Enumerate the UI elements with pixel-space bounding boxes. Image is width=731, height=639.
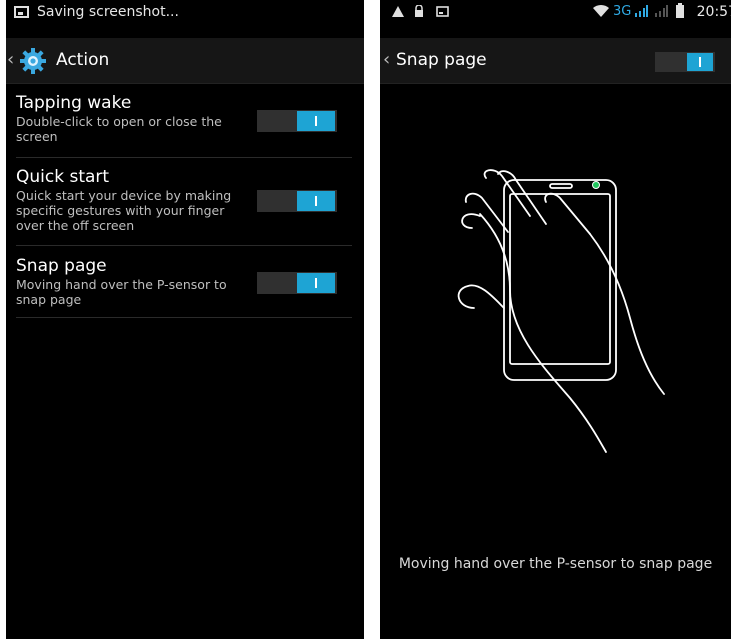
toggle-knob bbox=[297, 111, 335, 131]
quick-start-toggle[interactable] bbox=[257, 190, 337, 212]
setting-description: Moving hand over the P-sensor to snap pa… bbox=[16, 277, 227, 307]
hand-over-phone-illustration bbox=[457, 169, 665, 453]
toggle-knob bbox=[297, 191, 335, 211]
action-settings-screen: Saving screenshot... ‹ Action Tapping wa… bbox=[6, 0, 364, 639]
status-text: Saving screenshot... bbox=[37, 4, 179, 20]
divider bbox=[16, 157, 352, 158]
warning-icon bbox=[392, 6, 404, 17]
back-chevron-icon[interactable]: ‹ bbox=[383, 51, 390, 69]
setting-description: Double-click to open or close the screen bbox=[16, 114, 222, 144]
toggle-knob bbox=[687, 53, 713, 71]
clock: 20:57 bbox=[696, 4, 731, 20]
signal-2-icon bbox=[655, 5, 668, 17]
screenshot-icon bbox=[14, 6, 29, 18]
action-bar: ‹ Action bbox=[6, 38, 364, 84]
screenshot-icon bbox=[436, 6, 449, 17]
setting-title: Quick start bbox=[16, 167, 110, 187]
back-chevron-icon[interactable]: ‹ bbox=[7, 51, 14, 69]
status-bar: 3G 20:57 bbox=[380, 0, 731, 24]
setting-description: Quick start your device by making specif… bbox=[16, 188, 232, 233]
lock-icon bbox=[415, 5, 423, 17]
divider bbox=[16, 317, 352, 318]
divider bbox=[16, 245, 352, 246]
snap-page-toggle[interactable] bbox=[257, 272, 337, 294]
page-title: Snap page bbox=[396, 50, 487, 70]
network-type: 3G bbox=[613, 4, 632, 19]
signal-icon bbox=[635, 5, 648, 17]
battery-icon bbox=[676, 3, 684, 18]
toggle-knob bbox=[297, 273, 335, 293]
wifi-icon bbox=[593, 4, 609, 17]
snap-page-master-toggle[interactable] bbox=[655, 52, 715, 72]
gear-icon[interactable] bbox=[18, 46, 48, 76]
status-bar: Saving screenshot... bbox=[6, 0, 364, 24]
tapping-wake-toggle[interactable] bbox=[257, 110, 337, 132]
action-bar: ‹ Snap page bbox=[380, 38, 731, 84]
snap-page-screen: 3G 20:57 ‹ Snap page bbox=[380, 0, 731, 639]
page-title: Action bbox=[56, 50, 110, 70]
snap-page-caption: Moving hand over the P-sensor to snap pa… bbox=[398, 556, 713, 572]
